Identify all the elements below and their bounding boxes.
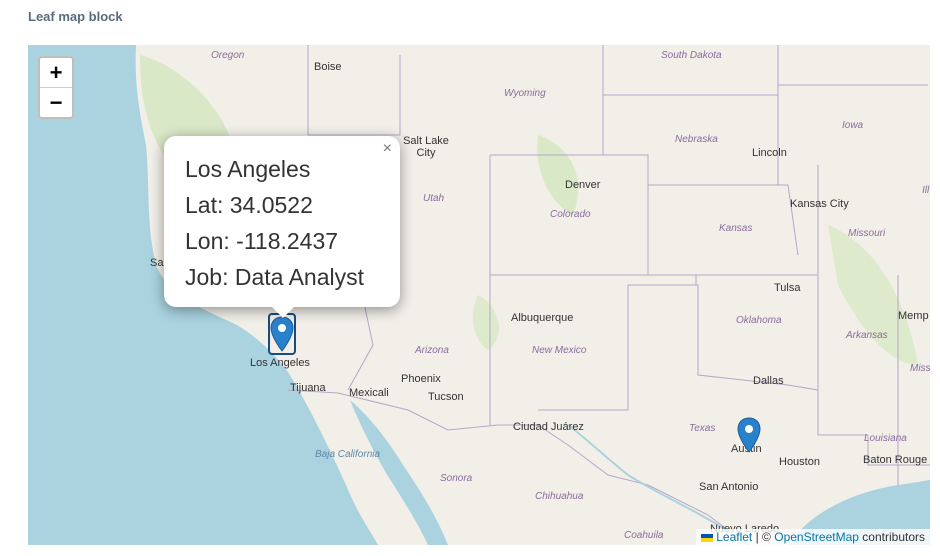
city-label: Dallas — [753, 375, 784, 387]
border-ok-tx — [628, 284, 819, 391]
region-label: Missouri — [848, 228, 886, 239]
city-label: Lincoln — [752, 147, 787, 159]
popup-city: Los Angeles — [185, 156, 311, 182]
region-label: Arkansas — [846, 330, 888, 341]
region-label: Oregon — [211, 50, 245, 61]
border-co-nm — [490, 274, 697, 285]
marker-los-angeles[interactable] — [268, 313, 296, 355]
popup-tip — [271, 306, 295, 318]
city-label: Memp — [898, 310, 929, 322]
marker-popup: × Los Angeles Lat: 34.0522 Lon: -118.243… — [164, 136, 400, 307]
water-label: Baja California — [315, 449, 381, 460]
city-label: Baton Rouge — [863, 454, 928, 466]
marker-austin[interactable] — [735, 415, 763, 457]
forest-co — [537, 135, 579, 215]
city-label: Tucson — [428, 391, 464, 403]
region-label: Chihuahua — [535, 491, 584, 502]
block-title: Leaf map block — [28, 9, 123, 24]
city-label: Sa — [150, 257, 164, 269]
city-label: Salt Lake City — [403, 135, 449, 159]
map[interactable]: Oregon Wyoming South Dakota Nebraska Iow… — [28, 45, 930, 545]
popup-close-button[interactable]: × — [383, 140, 392, 158]
zoom-in-button[interactable]: + — [40, 58, 72, 88]
region-label: Colorado — [550, 209, 591, 220]
region-label: Arizona — [415, 345, 449, 356]
city-label: Denver — [565, 179, 601, 191]
region-label: Texas — [689, 423, 716, 434]
region-label: New Mexico — [532, 345, 587, 356]
city-label: Tijuana — [290, 382, 326, 394]
popup-job: Job: Data Analyst — [185, 264, 364, 290]
border-ar — [817, 345, 868, 436]
forest-nm — [472, 295, 499, 350]
forest-east — [828, 225, 918, 365]
attribution-suffix: contributors — [862, 530, 925, 544]
city-label: Houston — [779, 456, 820, 468]
region-label: Kansas — [719, 223, 753, 234]
zoom-control: + − — [38, 56, 74, 119]
border-wy-ne — [490, 154, 799, 256]
region-label: Utah — [423, 193, 445, 204]
city-label: Los Angeles — [250, 357, 310, 369]
ukraine-flag-icon — [701, 533, 714, 542]
region-label: Coahuila — [624, 530, 664, 541]
city-label: Kansas City — [790, 198, 849, 210]
leaflet-link[interactable]: Leaflet — [716, 530, 752, 544]
region-label: South Dakota — [661, 50, 722, 61]
city-label: Boise — [314, 61, 342, 73]
region-label: Iowa — [842, 120, 864, 131]
zoom-out-button[interactable]: − — [40, 88, 72, 117]
city-label: Ciudad Juárez — [513, 421, 584, 433]
region-label: Missi — [910, 363, 930, 374]
region-label: Wyoming — [504, 88, 546, 99]
city-label: San Antonio — [699, 481, 759, 493]
region-label: Ill — [922, 185, 930, 196]
region-label: Nebraska — [675, 134, 718, 145]
city-label: Tulsa — [774, 282, 801, 294]
popup-lat: Lat: 34.0522 — [185, 192, 313, 218]
region-label: Oklahoma — [736, 315, 782, 326]
city-label: Mexicali — [349, 387, 389, 399]
osm-link[interactable]: OpenStreetMap — [774, 530, 859, 544]
city-label: Albuquerque — [511, 312, 574, 324]
popup-lon: Lon: -118.2437 — [185, 228, 339, 254]
region-label: Sonora — [440, 473, 473, 484]
attribution-separator: | © — [755, 530, 771, 544]
region-label: Louisiana — [864, 433, 907, 444]
attribution: Leaflet | © OpenStreetMap contributors — [696, 529, 930, 545]
city-label: Phoenix — [401, 373, 441, 385]
